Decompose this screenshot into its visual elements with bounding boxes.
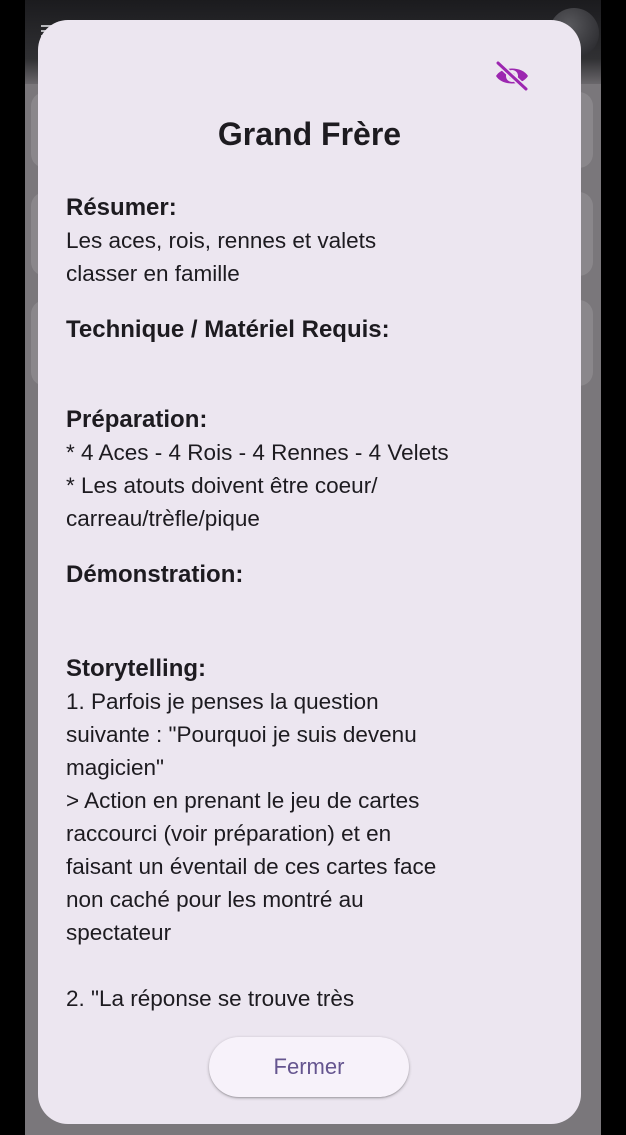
visibility-toggle-button[interactable]: [492, 59, 532, 96]
section-heading-resume: Résumer:: [66, 194, 177, 221]
section-heading-technique: Technique / Matériel Requis:: [66, 316, 390, 343]
dialog-content: Résumer: Les aces, rois, rennes et valet…: [66, 192, 561, 1015]
scroll-fade: [38, 1024, 581, 1036]
section-text-storytelling: 1. Parfois je penses la question suivant…: [66, 689, 437, 1011]
section-heading-demonstration: Démonstration:: [66, 561, 244, 588]
section-heading-preparation: Préparation:: [66, 406, 208, 433]
close-button[interactable]: Fermer: [209, 1037, 409, 1097]
section-text-preparation: * 4 Aces - 4 Rois - 4 Rennes - 4 Velets …: [66, 440, 449, 531]
section-heading-storytelling: Storytelling:: [66, 655, 207, 682]
dialog-title: Grand Frère: [217, 116, 402, 152]
section-text-resume: Les aces, rois, rennes et valets classer…: [66, 228, 377, 286]
trick-detail-dialog: Grand Frère Résumer: Les aces, rois, ren…: [38, 20, 581, 1124]
visibility-off-icon: [492, 59, 532, 96]
